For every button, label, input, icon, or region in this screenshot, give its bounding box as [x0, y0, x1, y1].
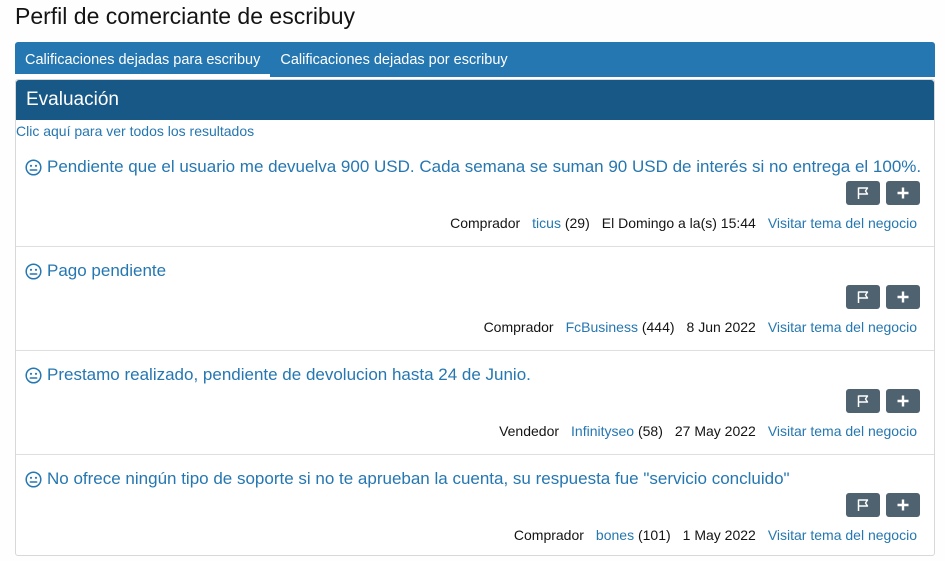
feedback-text: No ofrece ningún tipo de soporte si no t…	[47, 469, 790, 488]
more-options-button[interactable]	[886, 181, 920, 205]
feedback-count: (101)	[637, 527, 671, 543]
entry-actions	[846, 493, 920, 517]
feedback-text: Pendiente que el usuario me devuelva 900…	[47, 157, 922, 176]
evaluation-panel: Evaluación Clic aquí para ver todos los …	[15, 79, 935, 556]
feedback-date: El Domingo a la(s) 15:44	[601, 215, 756, 231]
tab-bar: Calificaciones dejadas para escribuy Cal…	[15, 42, 935, 77]
feedback-date: 8 Jun 2022	[686, 319, 756, 335]
report-button[interactable]	[846, 285, 880, 309]
feedback-text-link[interactable]: Pago pendiente	[25, 261, 166, 281]
trader-role: Vendedor	[499, 423, 560, 439]
more-options-button[interactable]	[886, 493, 920, 517]
trader-user: FcBusiness (444)	[566, 319, 675, 335]
username-link[interactable]: ticus	[532, 215, 561, 231]
tab-feedback-given[interactable]: Calificaciones dejadas por escribuy	[270, 42, 517, 77]
visit-thread-link[interactable]: Visitar tema del negocio	[768, 423, 917, 439]
entry-meta: Comprador ticus (29) El Domingo a la(s) …	[450, 215, 917, 231]
feedback-date: 1 May 2022	[682, 527, 756, 543]
neutral-face-icon	[25, 158, 42, 176]
trader-role: Comprador	[513, 527, 584, 543]
feedback-entry: Pendiente que el usuario me devuelva 900…	[16, 143, 934, 247]
visit-thread-link[interactable]: Visitar tema del negocio	[768, 215, 917, 231]
entry-actions	[846, 389, 920, 413]
entry-meta: Comprador bones (101) 1 May 2022 Visitar…	[514, 527, 917, 543]
more-options-button[interactable]	[886, 389, 920, 413]
visit-thread-link[interactable]: Visitar tema del negocio	[768, 319, 917, 335]
flag-icon	[857, 499, 869, 511]
report-button[interactable]	[846, 389, 880, 413]
report-button[interactable]	[846, 181, 880, 205]
report-button[interactable]	[846, 493, 880, 517]
feedback-entry: Prestamo realizado, pendiente de devoluc…	[16, 351, 934, 455]
feedback-entry: Pago pendiente Comprador FcBusiness (444…	[16, 247, 934, 351]
visit-thread-link[interactable]: Visitar tema del negocio	[768, 527, 917, 543]
trader-role: Comprador	[450, 215, 521, 231]
see-all-results-link[interactable]: Clic aquí para ver todos los resultados	[16, 123, 254, 139]
entry-meta: Vendedor Infinityseo (58) 27 May 2022 Vi…	[499, 423, 917, 439]
username-link[interactable]: FcBusiness	[566, 319, 638, 335]
page-title: Perfil de comerciante de escribuy	[15, 3, 356, 29]
feedback-count: (58)	[637, 423, 663, 439]
feedback-text: Pago pendiente	[47, 261, 167, 280]
entry-actions	[846, 181, 920, 205]
feedback-text-link[interactable]: Pendiente que el usuario me devuelva 900…	[25, 157, 921, 177]
feedback-text-link[interactable]: No ofrece ningún tipo de soporte si no t…	[25, 469, 790, 489]
feedback-date: 27 May 2022	[674, 423, 756, 439]
tab-feedback-received[interactable]: Calificaciones dejadas para escribuy	[15, 42, 271, 77]
panel-header: Evaluación	[16, 80, 934, 120]
entry-meta: Comprador FcBusiness (444) 8 Jun 2022 Vi…	[484, 319, 917, 335]
plus-icon	[897, 499, 909, 511]
neutral-face-icon	[25, 262, 42, 280]
feedback-text: Prestamo realizado, pendiente de devoluc…	[47, 365, 531, 384]
plus-icon	[897, 291, 909, 303]
flag-icon	[857, 395, 869, 407]
username-link[interactable]: Infinityseo	[571, 423, 634, 439]
feedback-count: (29)	[564, 215, 590, 231]
flag-icon	[857, 187, 869, 199]
feedback-count: (444)	[641, 319, 675, 335]
neutral-face-icon	[25, 470, 42, 488]
trader-user: bones (101)	[596, 527, 671, 543]
plus-icon	[897, 187, 909, 199]
flag-icon	[857, 291, 869, 303]
feedback-entry: No ofrece ningún tipo de soporte si no t…	[16, 455, 934, 559]
trader-user: Infinityseo (58)	[571, 423, 663, 439]
trader-role: Comprador	[483, 319, 554, 335]
plus-icon	[897, 395, 909, 407]
feedback-text-link[interactable]: Prestamo realizado, pendiente de devoluc…	[25, 365, 531, 385]
neutral-face-icon	[25, 366, 42, 384]
username-link[interactable]: bones	[596, 527, 634, 543]
more-options-button[interactable]	[886, 285, 920, 309]
trader-user: ticus (29)	[532, 215, 590, 231]
entry-actions	[846, 285, 920, 309]
